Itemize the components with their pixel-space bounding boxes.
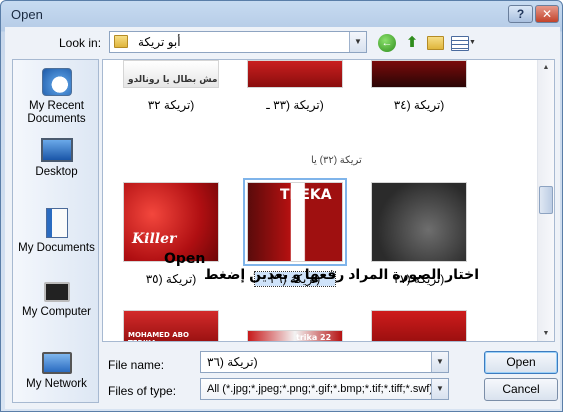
file-thumbnail: trika 22 bbox=[247, 330, 343, 342]
thumbnail-text: Killer bbox=[132, 231, 177, 247]
file-thumbnail bbox=[371, 310, 467, 341]
place-label: My Documents bbox=[18, 242, 95, 254]
folder-icon bbox=[114, 35, 128, 48]
file-list[interactable]: مش بطال يا رونالدو (تريكة ٣٢ (تريكة (٣٣ … bbox=[102, 59, 555, 342]
thumbnail-text: TREKA bbox=[280, 187, 332, 203]
title-bar: Open ? ✕ bbox=[1, 1, 562, 29]
help-button[interactable]: ? bbox=[508, 5, 533, 23]
scrollbar-thumb[interactable] bbox=[539, 186, 553, 214]
look-in-value: أبو تريكة bbox=[138, 35, 181, 49]
place-my-network[interactable]: My Network bbox=[13, 352, 100, 391]
instruction-overlay: Open اختار الصورة المراد رفعها و بعدين إ… bbox=[161, 251, 491, 289]
desktop-icon bbox=[40, 138, 73, 162]
file-name-label: File name: bbox=[108, 358, 165, 372]
dialog-body: Look in: أبو تريكة ▼ ← ⬆ ▼ My Recent Doc… bbox=[5, 27, 560, 409]
thumbnail-text: MOHAMED ABO TERIKA bbox=[128, 331, 189, 341]
file-label: (تريكة (٣٤ bbox=[393, 98, 445, 112]
scroll-down-icon[interactable]: ▼ bbox=[538, 326, 554, 341]
file-thumbnail: مش بطال يا رونالدو bbox=[123, 60, 219, 88]
my-documents-icon bbox=[45, 208, 68, 238]
place-my-documents[interactable]: My Documents bbox=[13, 208, 100, 255]
file-thumbnail: Killer bbox=[123, 182, 219, 262]
chevron-down-icon[interactable]: ▼ bbox=[431, 379, 448, 399]
dialog-title: Open bbox=[11, 7, 43, 22]
new-folder-icon[interactable] bbox=[427, 36, 444, 50]
file-thumbnail bbox=[371, 60, 467, 88]
views-dropdown-icon[interactable]: ▼ bbox=[469, 39, 476, 46]
file-name-value: (تريكة (٣٦ bbox=[207, 355, 258, 369]
file-type-value: All (*.jpg;*.jpeg;*.png;*.gif;*.bmp;*.ti… bbox=[207, 383, 434, 395]
network-icon bbox=[41, 352, 72, 374]
file-label: (تريكة ٣٢ bbox=[147, 98, 195, 112]
file-name-input[interactable]: (تريكة (٣٦ ▼ bbox=[200, 351, 449, 373]
chevron-down-icon[interactable]: ▼ bbox=[431, 352, 448, 372]
place-desktop[interactable]: Desktop bbox=[13, 138, 100, 179]
open-button[interactable]: Open bbox=[484, 351, 558, 374]
close-button[interactable]: ✕ bbox=[535, 5, 559, 23]
place-label: My Network bbox=[26, 378, 87, 390]
scroll-up-icon[interactable]: ▲ bbox=[538, 60, 554, 75]
file-type-label: Files of type: bbox=[108, 384, 177, 398]
vertical-scrollbar[interactable]: ▲ ▼ bbox=[537, 60, 554, 341]
instruction-arabic-text: اختار الصورة المراد رفعها و بعدين إضغط bbox=[204, 266, 479, 282]
place-label: My Recent Documents bbox=[27, 100, 86, 125]
place-my-recent-documents[interactable]: My Recent Documents bbox=[13, 68, 100, 126]
file-thumbnail bbox=[371, 182, 467, 262]
open-dialog: Open ? ✕ Look in: أبو تريكة ▼ ← ⬆ ▼ My R… bbox=[0, 0, 563, 412]
up-folder-icon[interactable]: ⬆ bbox=[403, 34, 421, 52]
file-type-dropdown[interactable]: All (*.jpg;*.jpeg;*.png;*.gif;*.bmp;*.ti… bbox=[200, 378, 449, 400]
places-bar: My Recent Documents Desktop My Documents… bbox=[12, 59, 99, 403]
file-label: (تريكة (٣٣ ـ bbox=[266, 98, 324, 112]
my-computer-icon bbox=[43, 282, 70, 302]
file-thumbnail: TREKA bbox=[243, 178, 347, 266]
recent-documents-icon bbox=[41, 68, 72, 96]
overlapping-text: تريكة (٣٢) يا bbox=[311, 155, 362, 166]
instruction-open-word: Open bbox=[164, 251, 206, 267]
place-label: Desktop bbox=[35, 166, 78, 178]
cancel-button[interactable]: Cancel bbox=[484, 378, 558, 401]
look-in-dropdown[interactable]: أبو تريكة ▼ bbox=[109, 31, 367, 53]
file-thumbnail bbox=[247, 60, 343, 88]
look-in-label: Look in: bbox=[59, 36, 102, 50]
views-menu-icon[interactable] bbox=[451, 36, 469, 51]
file-thumbnail: MOHAMED ABO TERIKA bbox=[123, 310, 219, 341]
chevron-down-icon[interactable]: ▼ bbox=[349, 32, 366, 52]
thumbnail-caption: مش بطال يا رونالدو bbox=[128, 75, 218, 85]
back-icon[interactable]: ← bbox=[378, 34, 396, 52]
thumbnail-text: trika 22 bbox=[296, 333, 332, 342]
place-label: My Computer bbox=[21, 306, 92, 318]
place-my-computer[interactable]: My Computer bbox=[13, 282, 100, 319]
